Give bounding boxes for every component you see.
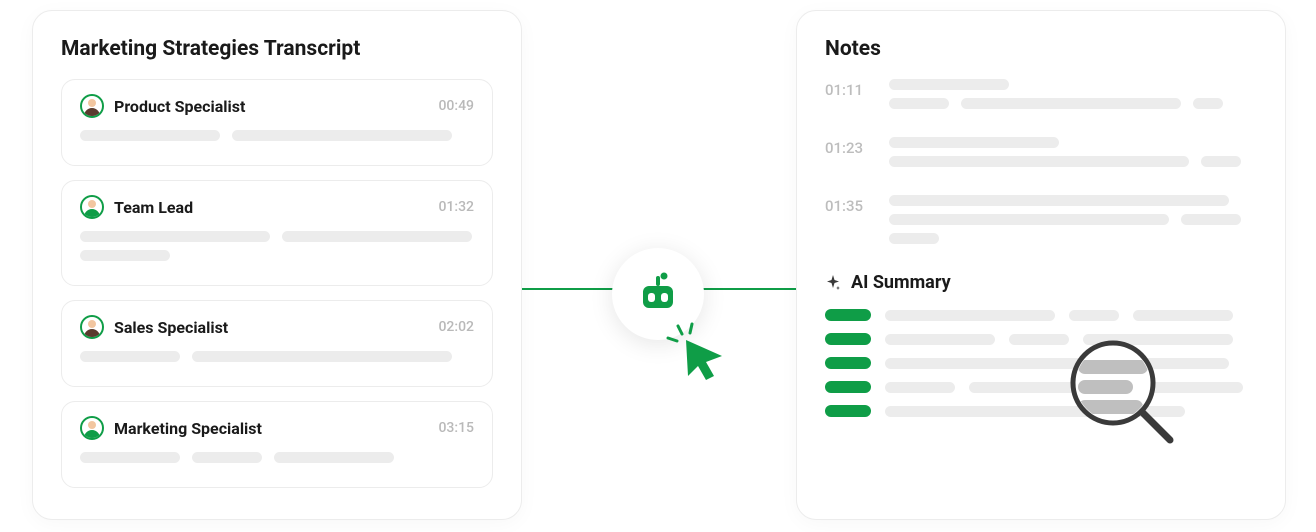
skeleton-line	[80, 452, 474, 463]
entry-header: Product Specialist 00:49	[80, 94, 474, 118]
ai-summary-line	[825, 309, 1257, 321]
transcript-entry[interactable]: Product Specialist 00:49	[61, 79, 493, 166]
skeleton-line	[80, 351, 474, 362]
transcript-entry[interactable]: Sales Specialist 02:02	[61, 300, 493, 387]
notes-title: Notes	[825, 37, 1257, 61]
transcript-entry[interactable]: Team Lead 01:32	[61, 180, 493, 286]
timestamp: 03:15	[438, 420, 474, 436]
note-body	[889, 195, 1257, 252]
speaker-name: Product Specialist	[114, 97, 438, 116]
skeleton-line	[80, 250, 474, 261]
bot-icon	[634, 268, 682, 320]
ai-summary-line	[825, 333, 1257, 345]
avatar-icon	[80, 195, 104, 219]
summary-bullet	[825, 405, 871, 417]
summary-bullet	[825, 357, 871, 369]
transcript-title: Marketing Strategies Transcript	[61, 37, 493, 61]
transcript-entry[interactable]: Marketing Specialist 03:15	[61, 401, 493, 488]
note-item[interactable]: 01:23	[825, 137, 1257, 175]
timestamp: 00:49	[438, 98, 474, 114]
skeleton-line	[80, 130, 474, 141]
ai-summary-header: AI Summary	[825, 272, 1257, 293]
speaker-name: Marketing Specialist	[114, 419, 438, 438]
ai-summary-line	[825, 381, 1257, 393]
ai-summary-title: AI Summary	[851, 272, 951, 293]
entry-header: Sales Specialist 02:02	[80, 315, 474, 339]
skeleton-line	[80, 231, 474, 242]
timestamp: 02:02	[438, 319, 474, 335]
entry-header: Team Lead 01:32	[80, 195, 474, 219]
sparkle-icon	[825, 275, 841, 291]
ai-summary-line	[825, 357, 1257, 369]
note-timestamp: 01:11	[825, 79, 865, 99]
summary-bullet	[825, 381, 871, 393]
transcript-panel: Marketing Strategies Transcript Product …	[32, 10, 522, 520]
note-body	[889, 79, 1257, 117]
avatar-icon	[80, 94, 104, 118]
speaker-name: Sales Specialist	[114, 318, 438, 337]
note-timestamp: 01:35	[825, 195, 865, 215]
note-body	[889, 137, 1257, 175]
entry-header: Marketing Specialist 03:15	[80, 416, 474, 440]
note-timestamp: 01:23	[825, 137, 865, 157]
ai-summary-line	[825, 405, 1257, 417]
cursor-click-icon	[664, 322, 734, 382]
summary-bullet	[825, 333, 871, 345]
summary-bullet	[825, 309, 871, 321]
timestamp: 01:32	[438, 199, 474, 215]
avatar-icon	[80, 416, 104, 440]
note-item[interactable]: 01:11	[825, 79, 1257, 117]
notes-panel: Notes 01:11 01:23 01:35 AI Summary	[796, 10, 1286, 520]
avatar-icon	[80, 315, 104, 339]
speaker-name: Team Lead	[114, 198, 438, 217]
note-item[interactable]: 01:35	[825, 195, 1257, 252]
